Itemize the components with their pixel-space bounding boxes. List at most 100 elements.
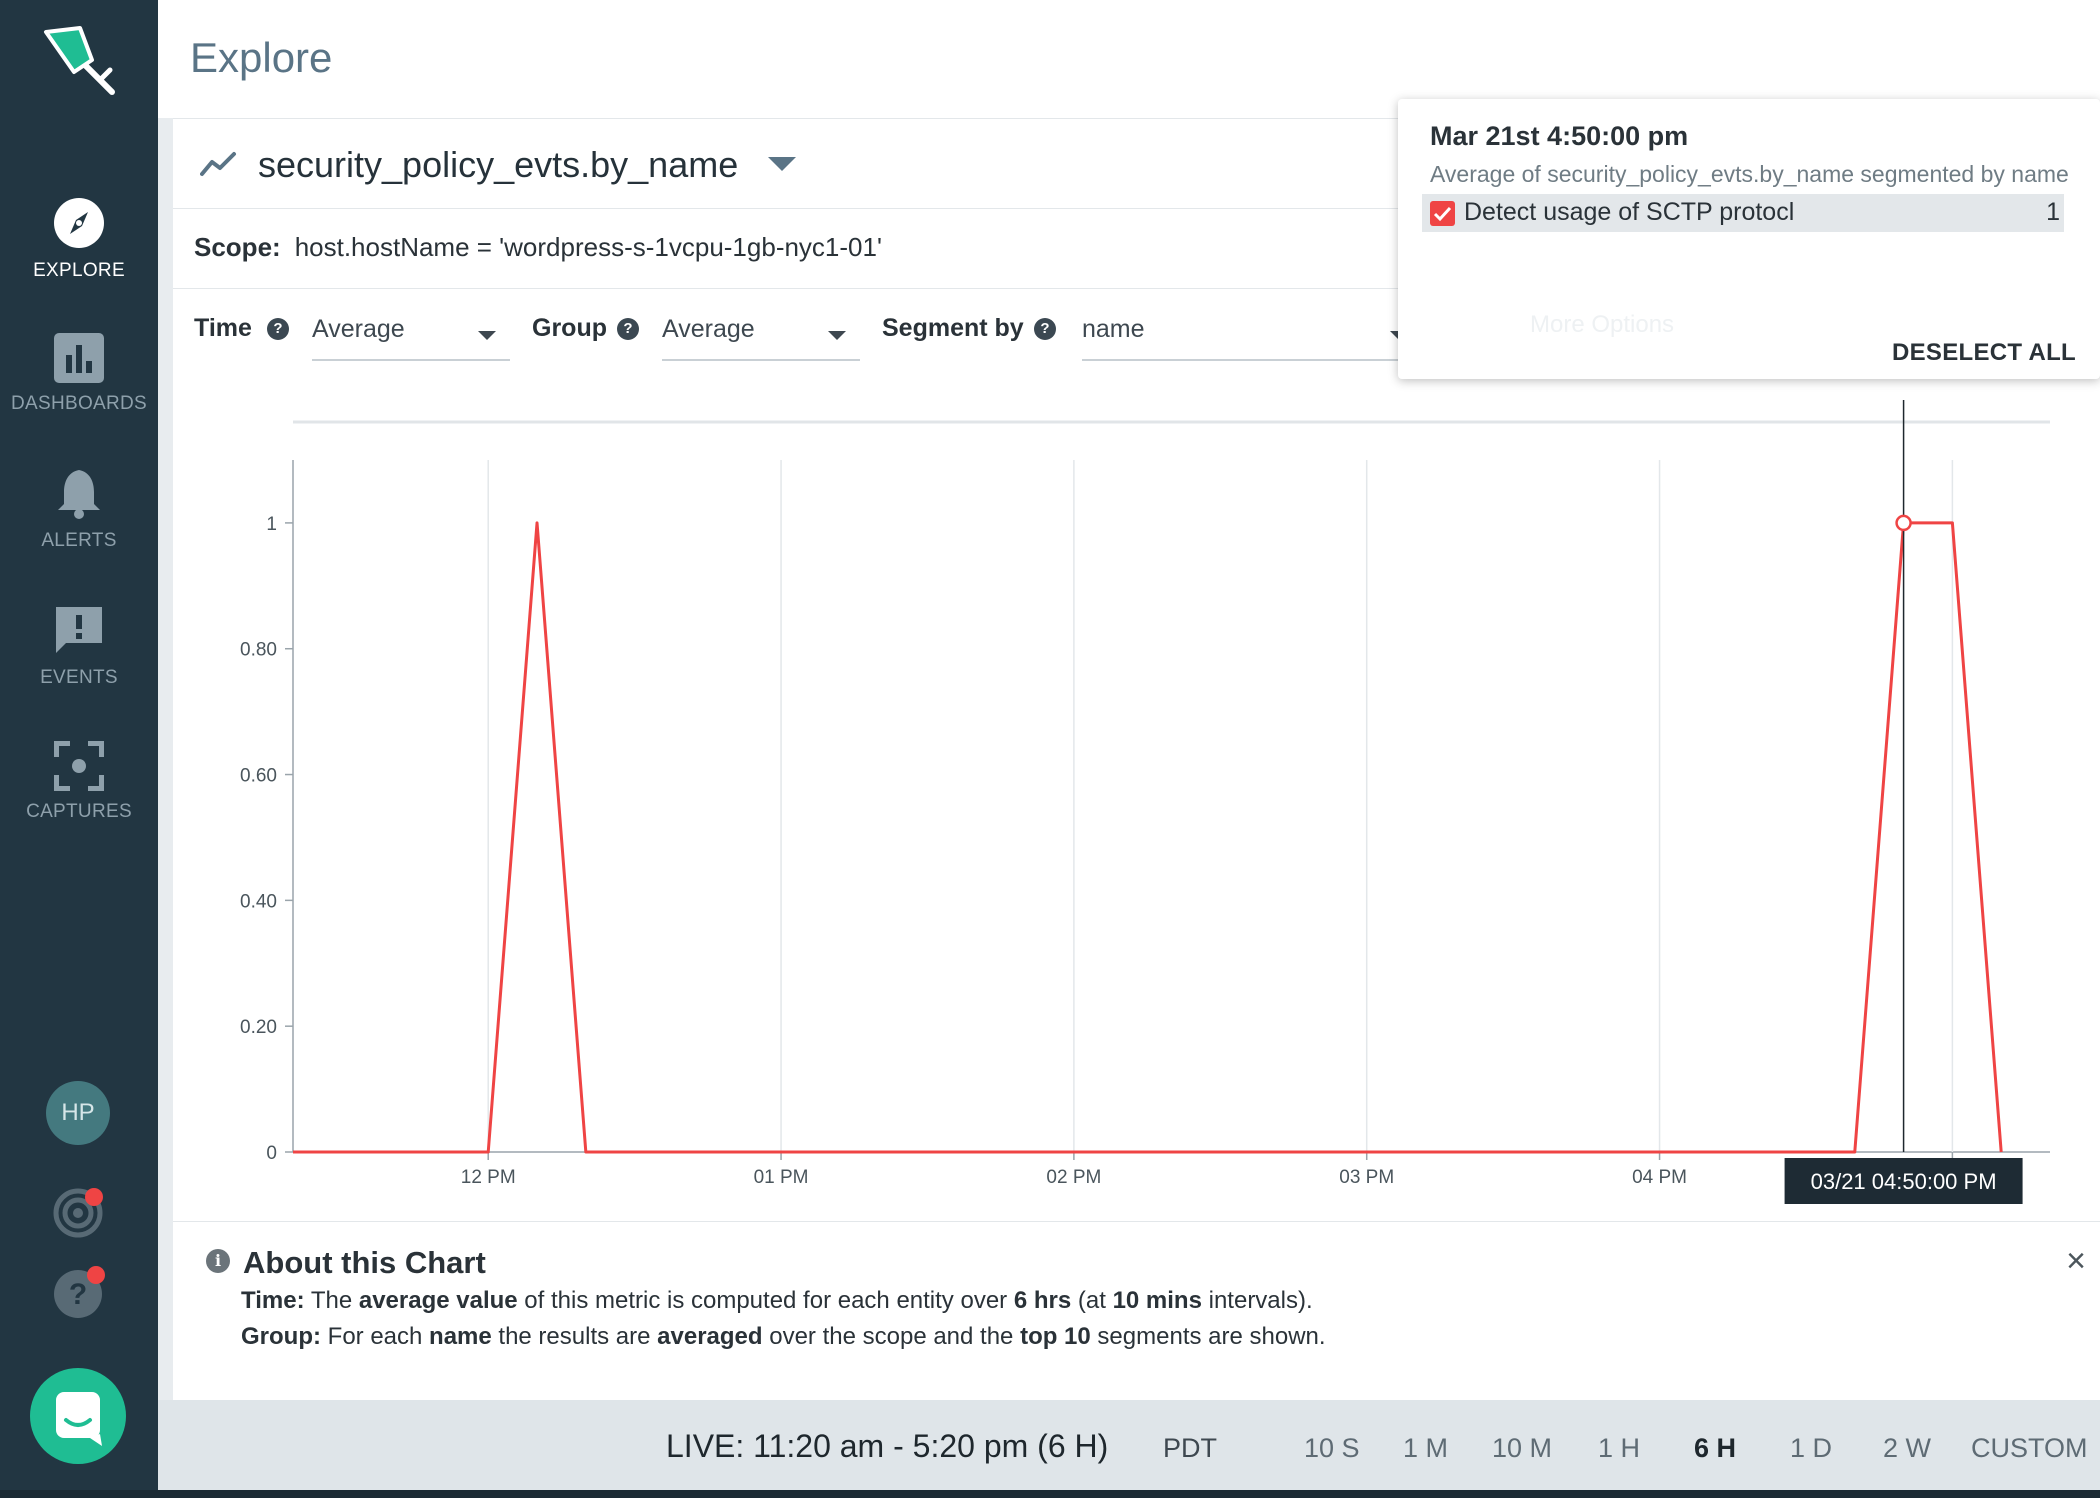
live-range[interactable]: LIVE: 11:20 am - 5:20 pm (6 H)	[666, 1428, 1108, 1465]
tooltip-time: Mar 21st 4:50:00 pm	[1430, 121, 1689, 151]
message-alert-icon	[56, 607, 102, 653]
time-aggregation-select[interactable]: Average	[312, 305, 510, 361]
x-tick-label: 12 PM	[461, 1167, 516, 1188]
about-time-label: Time:	[241, 1287, 305, 1314]
page-title: Explore	[190, 34, 333, 81]
text: intervals).	[1201, 1287, 1313, 1314]
time-help-icon[interactable]: ?	[267, 318, 289, 340]
metric-selector[interactable]: security_policy_evts.by_name	[200, 135, 797, 195]
segment-label: Segment by	[882, 314, 1024, 342]
tooltip-segment-name: Detect usage of SCTP protocl	[1464, 198, 1795, 226]
segment-help-icon[interactable]: ?	[1034, 318, 1056, 340]
nav-alerts-label: ALERTS	[41, 530, 117, 551]
range-1m[interactable]: 1 M	[1403, 1433, 1448, 1464]
text: For each	[320, 1323, 430, 1350]
text: average value	[358, 1287, 518, 1314]
time-label: Time	[194, 314, 252, 342]
range-2w[interactable]: 2 W	[1883, 1433, 1931, 1464]
line-chart-icon	[200, 152, 236, 176]
deselect-all-button[interactable]: DESELECT ALL	[1892, 339, 2076, 367]
text: 6 hrs	[1013, 1287, 1072, 1314]
y-tick-label: 0.60	[240, 766, 277, 787]
text: name	[429, 1323, 492, 1350]
segment-value: name	[1082, 315, 1145, 343]
hover-tooltip: Mar 21st 4:50:00 pm Average of security_…	[1398, 99, 2100, 379]
about-group-line: Group: For each name the results are ave…	[241, 1323, 1326, 1351]
group-help-icon[interactable]: ?	[617, 318, 639, 340]
timezone[interactable]: PDT	[1163, 1433, 1217, 1464]
series-line	[293, 521, 2003, 1154]
sidebar: EXPLORE DASHBOARDS ALERTS EVENTS CAPTURE…	[0, 0, 158, 1498]
help-notification-dot	[87, 1266, 105, 1284]
logo-icon[interactable]	[40, 22, 120, 102]
range-custom[interactable]: CUSTOM	[1971, 1433, 2088, 1464]
y-tick-label: 0.20	[240, 1017, 277, 1038]
chevron-down-icon[interactable]	[768, 157, 797, 173]
metric-name: security_policy_evts.by_name	[258, 144, 739, 185]
group-aggregation-value: Average	[662, 315, 755, 343]
text: the results are	[491, 1323, 658, 1350]
nav-captures[interactable]: CAPTURES	[0, 741, 158, 823]
text: of this metric is computed for each enti…	[517, 1287, 1014, 1314]
text: 10 mins	[1112, 1287, 1202, 1314]
chevron-down-icon	[478, 331, 496, 340]
svg-text:?: ?	[69, 1278, 87, 1311]
text: The	[304, 1287, 359, 1314]
nav-explore-label: EXPLORE	[33, 260, 125, 281]
compass-icon	[54, 198, 104, 248]
text: top 10	[1020, 1323, 1091, 1350]
close-icon[interactable]: ×	[2066, 1242, 2086, 1281]
range-1h[interactable]: 1 H	[1598, 1433, 1640, 1464]
y-tick-label: 0.40	[240, 891, 277, 912]
time-aggregation-value: Average	[312, 315, 405, 343]
x-tick-label: 04 PM	[1632, 1167, 1687, 1188]
x-tick-label: 02 PM	[1046, 1167, 1101, 1188]
group-label: Group	[532, 314, 607, 342]
nav-events[interactable]: EVENTS	[0, 603, 158, 689]
capture-icon	[54, 741, 104, 791]
check-icon	[1433, 206, 1452, 222]
chevron-down-icon	[828, 331, 846, 340]
scope[interactable]: Scope: host.hostName = 'wordpress-s-1vcpu…	[194, 232, 882, 263]
more-options-ghost: More Options	[1530, 311, 1675, 338]
about-title: About this Chart	[243, 1245, 486, 1280]
bell-icon	[58, 470, 100, 519]
range-6h[interactable]: 6 H	[1694, 1433, 1736, 1464]
about-chart: i About this Chart × Time: The average v…	[173, 1221, 2100, 1402]
scope-value: host.hostName = 'wordpress-s-1vcpu-1gb-n…	[294, 232, 882, 262]
nav-dashboards[interactable]: DASHBOARDS	[0, 333, 158, 415]
x-tick-label: 03 PM	[1339, 1167, 1394, 1188]
panel-edge	[158, 118, 173, 1400]
group-aggregation-select[interactable]: Average	[662, 305, 860, 361]
text: (at	[1071, 1287, 1113, 1314]
chat-button[interactable]	[30, 1368, 126, 1464]
scope-label: Scope:	[194, 232, 281, 262]
text: segments are shown.	[1090, 1323, 1326, 1350]
y-tick-label: 0.80	[240, 640, 277, 661]
info-icon: i	[206, 1249, 230, 1273]
avatar[interactable]: HP	[46, 1081, 110, 1145]
bar-chart-icon	[54, 333, 104, 383]
y-tick-label: 0	[266, 1143, 277, 1164]
text: over the scope and the	[762, 1323, 1021, 1350]
tooltip-segment-value: 1	[2046, 198, 2060, 226]
nav-captures-label: CAPTURES	[26, 801, 132, 822]
hover-marker	[1895, 514, 1912, 532]
time-navigation-bar: LIVE: 11:20 am - 5:20 pm (6 H) PDT 10 S …	[158, 1400, 2100, 1498]
tooltip-segment-row[interactable]: Detect usage of SCTP protocl 1	[1422, 194, 2064, 232]
line-chart: 0 0.20 0.40 0.60 0.80 1 12 PM 01 PM 02 PM 03 PM 04…	[240, 400, 2050, 1204]
range-10s[interactable]: 10 S	[1304, 1433, 1360, 1464]
about-group-label: Group:	[241, 1323, 321, 1350]
segment-select[interactable]: name	[1082, 305, 1422, 361]
nav-explore[interactable]: EXPLORE	[0, 196, 158, 282]
segment-checkbox[interactable]	[1430, 201, 1455, 226]
range-10m[interactable]: 10 M	[1492, 1433, 1552, 1464]
text: averaged	[657, 1323, 763, 1350]
nav-alerts[interactable]: ALERTS	[0, 468, 158, 552]
window-edge	[0, 1490, 2100, 1498]
x-tick-label: 01 PM	[754, 1167, 809, 1188]
range-1d[interactable]: 1 D	[1790, 1433, 1832, 1464]
nav-dashboards-label: DASHBOARDS	[10, 393, 148, 414]
notification-dot	[85, 1188, 103, 1206]
chat-icon	[56, 1392, 102, 1446]
